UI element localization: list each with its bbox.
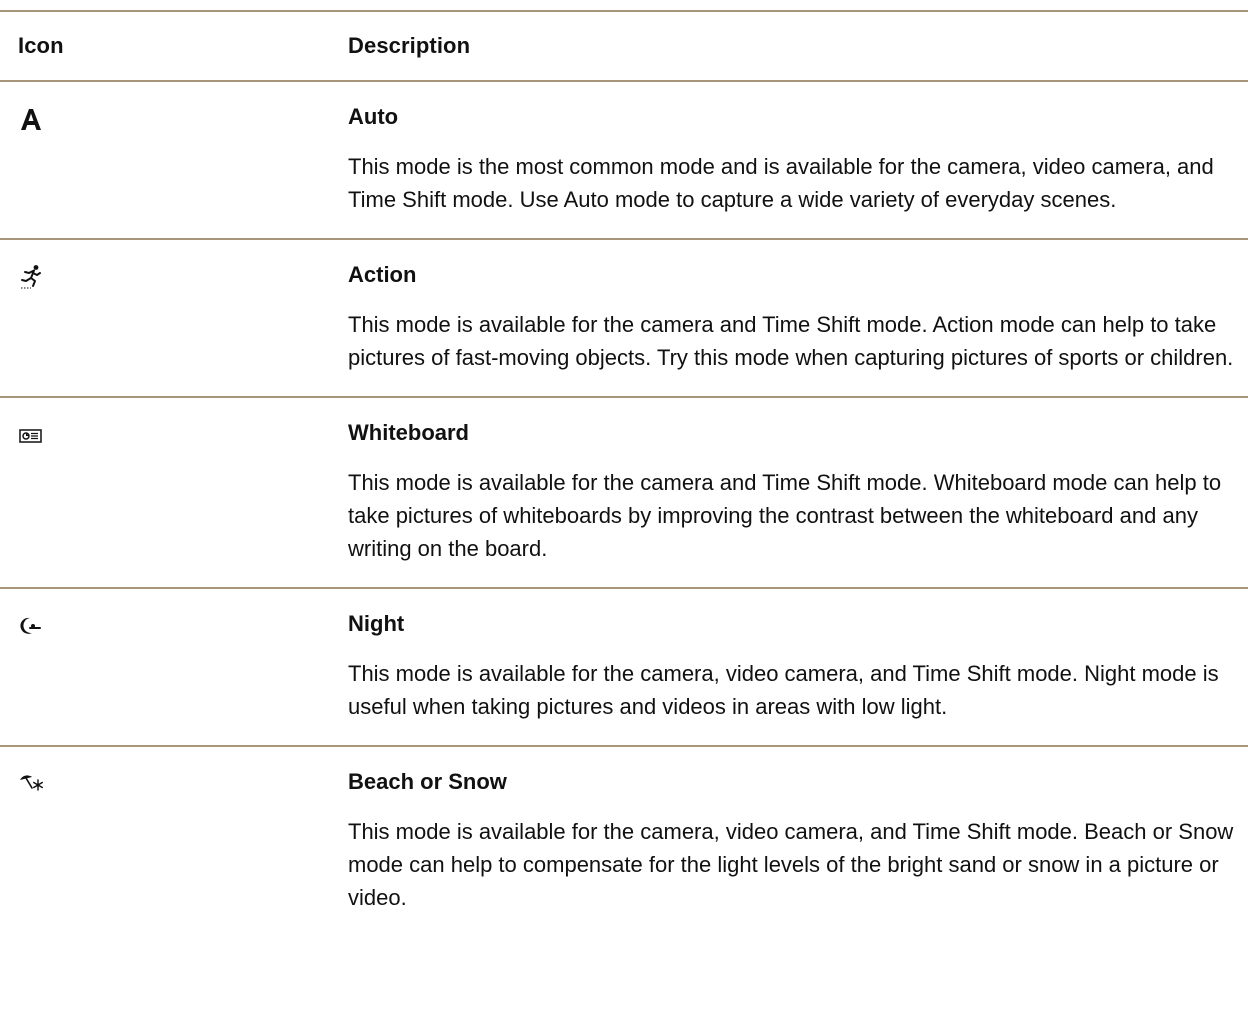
action-icon [18,264,46,292]
auto-icon [18,106,46,134]
icon-column-header: Icon [18,33,64,58]
description-cell: Auto This mode is the most common mode a… [348,82,1248,238]
mode-description: This mode is available for the camera, v… [348,819,1234,910]
table-row: Night This mode is available for the cam… [0,587,1248,745]
mode-name: Auto [348,104,399,129]
mode-description: This mode is available for the camera, v… [348,661,1219,719]
description-cell: Beach or Snow This mode is available for… [348,747,1248,936]
beach-snow-icon [18,771,46,799]
mode-description: This mode is available for the camera an… [348,470,1222,561]
icon-cell [0,398,348,443]
night-icon [18,613,46,641]
description-column-header: Description [348,33,471,58]
mode-name: Action [348,262,417,287]
icon-cell [0,240,348,289]
table-row: Action This mode is available for the ca… [0,238,1248,396]
table-row: Beach or Snow This mode is available for… [0,745,1248,936]
description-cell: Night This mode is available for the cam… [348,589,1248,745]
icon-cell [0,747,348,791]
description-cell: Whiteboard This mode is available for th… [348,398,1248,587]
whiteboard-icon [18,422,46,450]
camera-modes-table: Icon Description Auto This mode is the m… [0,10,1248,936]
icon-cell [0,589,348,634]
table-row: Whiteboard This mode is available for th… [0,396,1248,587]
mode-description: This mode is available for the camera an… [348,312,1234,370]
mode-name: Beach or Snow [348,769,507,794]
icon-cell [0,82,348,130]
table-header-row: Icon Description [0,10,1248,80]
table-row: Auto This mode is the most common mode a… [0,80,1248,238]
mode-description: This mode is the most common mode and is… [348,154,1214,212]
description-cell: Action This mode is available for the ca… [348,240,1248,396]
mode-name: Night [348,611,405,636]
mode-name: Whiteboard [348,420,469,445]
